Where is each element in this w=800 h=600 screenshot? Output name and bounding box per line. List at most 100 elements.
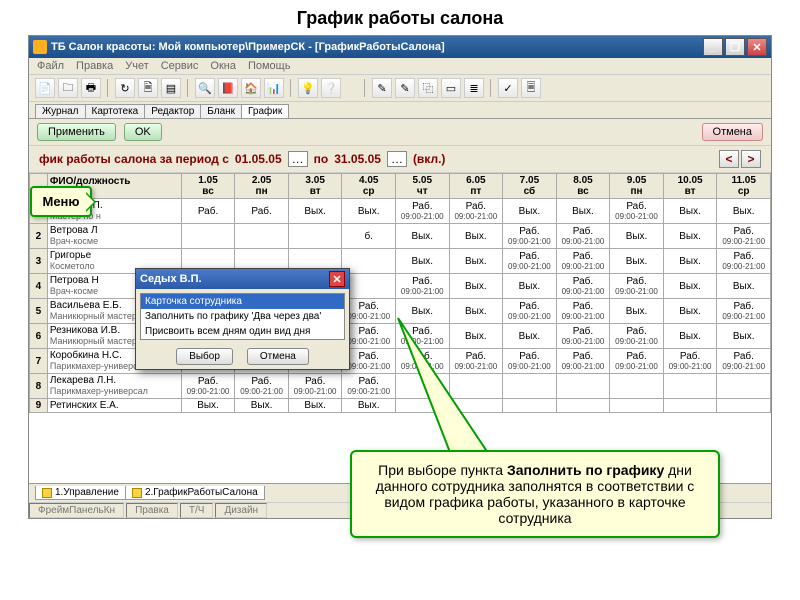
schedule-cell[interactable] [610,374,664,399]
schedule-cell[interactable]: Раб.09:00-21:00 [610,199,664,224]
tool-check-icon[interactable]: ✓ [498,78,518,98]
prev-period-button[interactable]: < [719,150,739,168]
close-button[interactable]: ✕ [747,38,767,56]
popup-choose-button[interactable]: Выбор [176,348,233,365]
apply-button[interactable]: Применить [37,123,116,141]
popup-list-item[interactable]: Присвоить всем дням один вид дня [141,324,344,339]
schedule-cell[interactable]: Раб.09:00-21:00 [610,274,664,299]
schedule-cell[interactable]: Раб.09:00-21:00 [717,299,771,324]
popup-list-item[interactable]: Заполнить по графику 'Два через два' [141,309,344,324]
schedule-cell[interactable]: Раб.09:00-21:00 [449,199,503,224]
schedule-cell[interactable]: Раб.09:00-21:00 [181,374,235,399]
schedule-cell[interactable]: Раб.09:00-21:00 [717,349,771,374]
tool-print-icon[interactable]: 🖶 [81,78,101,98]
row-name[interactable]: Лекарева Л.Н.Парикмахер-универсал [47,374,181,399]
schedule-cell[interactable]: Вых. [449,249,503,274]
tab[interactable]: Бланк [200,104,242,118]
menu-item[interactable]: Окна [210,60,236,72]
tool-chart-icon[interactable]: 📊 [264,78,284,98]
schedule-cell[interactable]: Вых. [663,199,717,224]
menu-item[interactable]: Правка [76,60,113,72]
menu-item[interactable]: Помощь [248,60,291,72]
schedule-cell[interactable] [717,399,771,413]
tool-refresh-icon[interactable]: ↻ [115,78,135,98]
table-row[interactable]: 1Седых В.П.Мастер по нРаб.Раб.Вых.Вых.Ра… [30,199,771,224]
tool-list-icon[interactable]: ≣ [464,78,484,98]
schedule-cell[interactable]: Раб.09:00-21:00 [717,249,771,274]
schedule-cell[interactable]: Раб.09:00-21:00 [717,224,771,249]
tool-doc-icon[interactable]: 🗎 [138,78,158,98]
schedule-cell[interactable]: Вых. [663,324,717,349]
tab[interactable]: График [241,104,289,118]
tool-book-icon[interactable]: 📕 [218,78,238,98]
schedule-cell[interactable]: Вых. [503,199,557,224]
schedule-cell[interactable]: Вых. [342,399,396,413]
tool-new-icon[interactable]: 📄 [35,78,55,98]
schedule-cell[interactable]: Раб.09:00-21:00 [556,324,610,349]
tab[interactable]: Редактор [144,104,201,118]
schedule-cell[interactable]: Раб. [181,199,235,224]
schedule-cell[interactable]: Раб.09:00-21:00 [610,324,664,349]
schedule-cell[interactable]: Вых. [235,399,289,413]
schedule-cell[interactable] [556,399,610,413]
schedule-cell[interactable]: Раб. [235,199,289,224]
schedule-cell[interactable]: Раб.09:00-21:00 [556,249,610,274]
maximize-button[interactable]: ❐ [725,38,745,56]
schedule-cell[interactable]: Раб.09:00-21:00 [556,299,610,324]
schedule-cell[interactable]: Вых. [288,199,342,224]
popup-close-button[interactable]: ✕ [329,271,345,287]
schedule-cell[interactable]: Раб.09:00-21:00 [342,374,396,399]
schedule-cell[interactable]: Вых. [396,249,450,274]
schedule-cell[interactable]: Раб.09:00-21:00 [288,374,342,399]
next-period-button[interactable]: > [741,150,761,168]
schedule-cell[interactable] [663,399,717,413]
schedule-cell[interactable]: Раб.09:00-21:00 [396,274,450,299]
schedule-cell[interactable]: Раб.09:00-21:00 [235,374,289,399]
menu-item[interactable]: Учет [125,60,149,72]
schedule-cell[interactable]: Вых. [396,224,450,249]
popup-list-item[interactable]: Карточка сотрудника [141,294,344,309]
tool-copy-icon[interactable]: ⿻ [418,78,438,98]
schedule-cell[interactable]: Раб.09:00-21:00 [556,349,610,374]
bottom-tab[interactable]: 1.Управление [35,486,126,500]
tool-edit1-icon[interactable]: ✎ [372,78,392,98]
schedule-cell[interactable]: Вых. [610,249,664,274]
minimize-button[interactable]: _ [703,38,723,56]
schedule-cell[interactable]: Раб.09:00-21:00 [396,199,450,224]
cancel-button[interactable]: Отмена [702,123,763,141]
tool-calc-icon[interactable]: ▤ [161,78,181,98]
schedule-cell[interactable]: Раб.09:00-21:00 [610,349,664,374]
tool-open-icon[interactable]: 🗀 [58,78,78,98]
tool-edit2-icon[interactable]: ✎ [395,78,415,98]
tool-page-icon[interactable]: 🗏 [521,78,541,98]
table-row[interactable]: 2Ветрова ЛВрач-космеб.Вых.Вых.Раб.09:00-… [30,224,771,249]
schedule-cell[interactable]: Вых. [181,399,235,413]
schedule-cell[interactable]: б. [342,224,396,249]
bottom-tab[interactable]: 2.ГрафикРаботыСалона [125,486,265,500]
schedule-cell[interactable] [235,224,289,249]
schedule-cell[interactable]: Вых. [717,199,771,224]
period-from-picker[interactable]: … [288,151,308,167]
schedule-cell[interactable] [181,224,235,249]
schedule-cell[interactable] [556,374,610,399]
schedule-cell[interactable]: Вых. [449,224,503,249]
row-name[interactable]: Ветрова ЛВрач-косме [47,224,181,249]
schedule-cell[interactable] [717,374,771,399]
schedule-cell[interactable] [288,224,342,249]
schedule-cell[interactable]: Вых. [556,199,610,224]
ok-button[interactable]: OK [124,123,162,141]
popup-cancel-button[interactable]: Отмена [247,348,309,365]
schedule-cell[interactable]: Вых. [663,224,717,249]
tool-search-icon[interactable]: 🔍 [195,78,215,98]
schedule-cell[interactable] [663,374,717,399]
schedule-cell[interactable]: Вых. [663,274,717,299]
tool-house-icon[interactable]: 🏠 [241,78,261,98]
tool-card-icon[interactable]: ▭ [441,78,461,98]
tool-bulb-icon[interactable]: 💡 [298,78,318,98]
schedule-cell[interactable]: Раб.09:00-21:00 [556,224,610,249]
schedule-cell[interactable]: Раб.09:00-21:00 [503,224,557,249]
schedule-cell[interactable]: Вых. [717,324,771,349]
menu-item[interactable]: Файл [37,60,64,72]
schedule-cell[interactable]: Вых. [288,399,342,413]
tab[interactable]: Картотека [85,104,146,118]
